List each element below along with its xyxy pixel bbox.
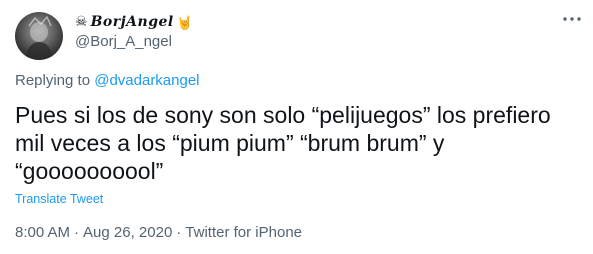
meta-separator: ·	[74, 224, 80, 241]
tweet-date[interactable]: Aug 26, 2020	[83, 224, 172, 241]
tweet-card: ☠ BorjAngel 🤘 @Borj_A_ngel Replying to @…	[0, 0, 593, 254]
avatar-photo-icon	[25, 15, 53, 60]
author-display-name[interactable]: BorjAngel	[91, 14, 174, 30]
tweet-source[interactable]: Twitter for iPhone	[185, 224, 302, 241]
avatar[interactable]	[15, 12, 63, 60]
replying-to: Replying to @dvadarkangel	[15, 72, 200, 89]
author-name-row[interactable]: ☠ BorjAngel 🤘	[75, 12, 193, 32]
tweet-meta: 8:00 AM · Aug 26, 2020 · Twitter for iPh…	[15, 224, 302, 241]
tweet-text: Pues si los de sony son solo “pelijuegos…	[15, 102, 551, 184]
author-handle[interactable]: @Borj_A_ngel	[75, 33, 172, 50]
replying-to-label: Replying to	[15, 72, 91, 89]
meta-separator: ·	[176, 224, 182, 241]
rock-hand-emoji-icon: 🤘	[176, 14, 193, 30]
reply-mention-link[interactable]: @dvadarkangel	[94, 72, 199, 89]
more-options-button[interactable]	[561, 10, 583, 28]
tweet-time[interactable]: 8:00 AM	[15, 224, 70, 241]
name-prefix-glyph: ☠	[75, 14, 88, 30]
more-dots-icon	[563, 17, 581, 21]
translate-tweet-link[interactable]: Translate Tweet	[15, 192, 103, 206]
